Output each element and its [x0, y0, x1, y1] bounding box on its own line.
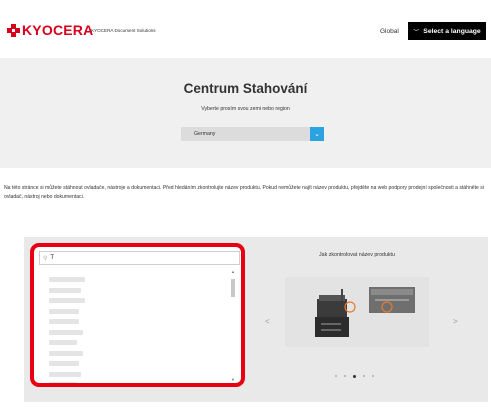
- results-scrollbar[interactable]: ▲ ▼: [230, 267, 236, 383]
- download-notice: Na této stránce si můžete stáhnout ovlad…: [4, 185, 484, 200]
- product-name-slider: Jak zkontrolovat název produktu < >: [257, 237, 458, 402]
- scroll-up-icon[interactable]: ▲: [231, 269, 235, 274]
- chevron-down-icon[interactable]: ⌄: [310, 127, 324, 141]
- logo-subtitle: KYOCERA Document Solutions: [91, 28, 156, 33]
- slider-dot[interactable]: [344, 375, 346, 377]
- region-prompt: Vyberte prosím svou zemi nebo region: [201, 106, 290, 112]
- product-search-input[interactable]: ⚲ T: [39, 251, 240, 265]
- list-item[interactable]: [49, 382, 77, 383]
- list-item[interactable]: [49, 308, 79, 314]
- chevron-down-icon: ﹀: [413, 29, 420, 36]
- search-results-list[interactable]: [39, 267, 240, 383]
- select-language-label: Select a language: [423, 27, 481, 35]
- list-item[interactable]: [49, 340, 77, 345]
- scroll-thumb[interactable]: [231, 279, 235, 297]
- global-link[interactable]: Global: [380, 28, 399, 35]
- page-title: Centrum Stahování: [183, 81, 308, 96]
- kyocera-logo[interactable]: KYOCERA: [7, 22, 94, 38]
- slider-title: Jak zkontrolovat název produktu: [319, 252, 395, 258]
- region-value: Germany: [194, 131, 216, 137]
- list-item[interactable]: [49, 361, 79, 366]
- region-select[interactable]: Germany ⌄: [181, 127, 324, 141]
- slider-dot[interactable]: [353, 374, 356, 378]
- logo-wordmark: KYOCERA: [22, 22, 94, 38]
- slider-prev-icon[interactable]: <: [265, 317, 270, 326]
- list-item[interactable]: [49, 350, 83, 356]
- product-image: [285, 277, 429, 347]
- scroll-down-icon[interactable]: ▼: [231, 377, 235, 382]
- search-input-value: T: [50, 255, 55, 261]
- list-item[interactable]: [49, 329, 83, 335]
- slider-dot[interactable]: [372, 375, 374, 377]
- site-header: KYOCERA KYOCERA Document Solutions Globa…: [0, 0, 491, 58]
- list-item[interactable]: [49, 319, 79, 324]
- hero-section: Centrum Stahování Vyberte prosím svou ze…: [0, 58, 491, 168]
- slider-dot[interactable]: [335, 375, 337, 377]
- list-item[interactable]: [49, 277, 85, 282]
- list-item[interactable]: [49, 287, 81, 293]
- slider-dots: [335, 374, 374, 378]
- list-item[interactable]: [49, 371, 81, 377]
- list-item[interactable]: [49, 298, 85, 303]
- product-search-box: ⚲ T ▲ ▼: [30, 243, 245, 387]
- search-icon: ⚲: [43, 255, 48, 262]
- kyocera-mark-icon: [7, 24, 20, 37]
- slider-next-icon[interactable]: >: [453, 317, 458, 326]
- slider-dot[interactable]: [363, 375, 365, 377]
- select-language-button[interactable]: ﹀ Select a language: [408, 22, 486, 40]
